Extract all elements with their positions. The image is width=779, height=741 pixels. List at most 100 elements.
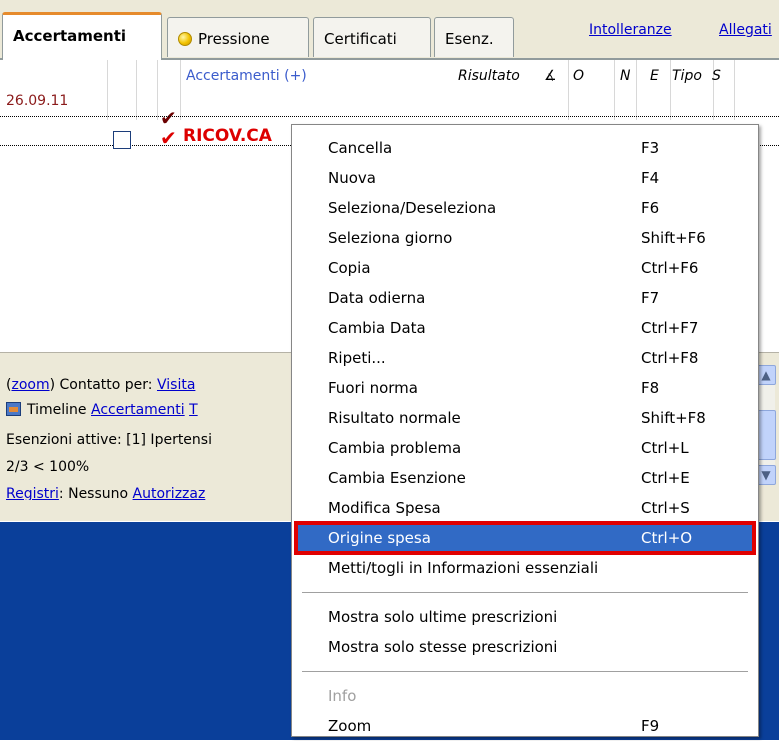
contatto-line: (zoom) Contatto per: Visita: [6, 377, 196, 393]
menu-item-informazioni-essenziali[interactable]: Metti/togli in Informazioni essenziali: [292, 553, 758, 583]
tab-label: Accertamenti: [13, 27, 127, 45]
tab-label: Pressione: [198, 30, 270, 48]
menu-item-cambia-esenzione[interactable]: Cambia Esenzione Ctrl+E: [292, 463, 758, 493]
menu-item-label: Mostra solo stesse prescrizioni: [328, 638, 558, 656]
row-checkbox[interactable]: [113, 131, 131, 149]
menu-item-risultato-normale[interactable]: Risultato normale Shift+F8: [292, 403, 758, 433]
menu-item-label: Metti/togli in Informazioni essenziali: [328, 559, 599, 577]
menu-item-shortcut: Ctrl+L: [641, 439, 689, 457]
menu-item-label: Data odierna: [328, 289, 426, 307]
menu-item-label: Ripeti...: [328, 349, 386, 367]
menu-item-label: Mostra solo ultime prescrizioni: [328, 608, 558, 626]
menu-item-cancella[interactable]: Cancella F3: [292, 133, 758, 163]
tab-bar: Accertamenti Pressione Certificati Esenz…: [0, 0, 779, 60]
menu-item-cambia-data[interactable]: Cambia Data Ctrl+F7: [292, 313, 758, 343]
allegati-link[interactable]: Allegati: [719, 22, 772, 38]
grid-divider: [670, 60, 671, 120]
timeline-t-link[interactable]: T: [189, 402, 198, 418]
menu-item-label: Nuova: [328, 169, 376, 187]
menu-item-shortcut: F8: [641, 379, 660, 397]
tab-certificati[interactable]: Certificati: [313, 17, 431, 57]
menu-separator: [302, 671, 748, 672]
scrollbar-thumb[interactable]: [756, 410, 776, 460]
menu-item-shortcut: Shift+F8: [641, 409, 706, 427]
menu-item-ripeti[interactable]: Ripeti... Ctrl+F8: [292, 343, 758, 373]
column-header-n: N: [620, 68, 631, 84]
menu-item-label: Cancella: [328, 139, 393, 157]
menu-item-zoom[interactable]: Zoom F9: [292, 711, 758, 741]
grid-divider: [636, 60, 637, 120]
menu-item-label: Origine spesa: [328, 529, 431, 547]
red-checkmark-icon: ✔: [160, 126, 177, 150]
menu-item-shortcut: Ctrl+E: [641, 469, 690, 487]
menu-item-modifica-spesa[interactable]: Modifica Spesa Ctrl+S: [292, 493, 758, 523]
menu-item-label: Info: [328, 687, 357, 705]
menu-item-origine-spesa[interactable]: Origine spesa Ctrl+O: [294, 521, 756, 555]
menu-item-seleziona-giorno[interactable]: Seleziona giorno Shift+F6: [292, 223, 758, 253]
column-header-o: O: [573, 68, 585, 84]
menu-item-shortcut: F3: [641, 139, 660, 157]
menu-item-label: Seleziona/Deseleziona: [328, 199, 497, 217]
menu-item-info: Info: [292, 681, 758, 711]
grid-divider: [180, 60, 181, 120]
grid-divider: [107, 60, 108, 120]
menu-item-label: Zoom: [328, 717, 372, 735]
menu-separator: [302, 592, 748, 593]
menu-item-label: Seleziona giorno: [328, 229, 453, 247]
menu-item-copia[interactable]: Copia Ctrl+F6: [292, 253, 758, 283]
menu-item-label: Modifica Spesa: [328, 499, 441, 517]
menu-item-label: Copia: [328, 259, 371, 277]
esenzioni-text: Esenzioni attive: [1] Ipertensi: [6, 432, 212, 448]
menu-item-shortcut: F4: [641, 169, 660, 187]
menu-item-label: Risultato normale: [328, 409, 461, 427]
menu-item-shortcut: F6: [641, 199, 660, 217]
menu-item-nuova[interactable]: Nuova F4: [292, 163, 758, 193]
tab-pressione[interactable]: Pressione: [167, 17, 309, 57]
glasses-icon: ∡: [544, 68, 557, 84]
menu-item-label: Fuori norma: [328, 379, 418, 397]
grid-divider: [157, 60, 158, 120]
tab-label: Esenz.: [445, 30, 494, 48]
menu-item-shortcut: F7: [641, 289, 660, 307]
menu-item-label: Cambia Data: [328, 319, 426, 337]
menu-item-shortcut: F9: [641, 717, 660, 735]
contatto-label: Contatto per:: [59, 377, 153, 393]
tab-accertamenti[interactable]: Accertamenti: [2, 12, 162, 60]
menu-item-shortcut: Ctrl+F6: [641, 259, 699, 277]
grid-divider: [568, 60, 569, 120]
tab-esenzioni[interactable]: Esenz.: [434, 17, 514, 57]
column-header-e: E: [650, 68, 659, 84]
menu-item-stesse-prescrizioni[interactable]: Mostra solo stesse prescrizioni: [292, 632, 758, 662]
yellow-dot-icon: [178, 32, 192, 46]
menu-item-data-odierna[interactable]: Data odierna F7: [292, 283, 758, 313]
menu-item-ultime-prescrizioni[interactable]: Mostra solo ultime prescrizioni: [292, 602, 758, 632]
menu-item-shortcut: Ctrl+F8: [641, 349, 699, 367]
menu-item-shortcut: Ctrl+S: [641, 499, 690, 517]
grid-divider: [614, 60, 615, 120]
timeline-label: Timeline: [27, 402, 87, 418]
intolleranze-link[interactable]: Intolleranze: [589, 22, 672, 38]
column-header-risultato: Risultato: [458, 68, 520, 84]
row-title: RICOV.CA: [183, 126, 272, 146]
timeline-line: Timeline Accertamenti T: [6, 402, 198, 418]
grid-divider: [734, 60, 735, 120]
context-menu: Cancella F3 Nuova F4 Seleziona/Deseleziona…: [291, 124, 759, 737]
timeline-accertamenti-link[interactable]: Accertamenti: [91, 402, 185, 418]
menu-item-fuori-norma[interactable]: Fuori norma F8: [292, 373, 758, 403]
zoom-link[interactable]: zoom: [11, 377, 49, 393]
scroll-up-icon[interactable]: ▲: [756, 365, 776, 385]
visita-link[interactable]: Visita: [157, 377, 195, 393]
menu-item-label: Cambia Esenzione: [328, 469, 466, 487]
ratio-text: 2/3 < 100%: [6, 459, 90, 475]
column-header-accertamenti[interactable]: Accertamenti (+): [186, 68, 307, 84]
row-date: 26.09.11: [6, 93, 69, 109]
menu-item-label: Cambia problema: [328, 439, 462, 457]
tab-label: Certificati: [324, 30, 397, 48]
menu-item-seleziona-deseleziona[interactable]: Seleziona/Deseleziona F6: [292, 193, 758, 223]
menu-item-cambia-problema[interactable]: Cambia problema Ctrl+L: [292, 433, 758, 463]
column-header-s: S: [712, 68, 721, 84]
column-header-tipo: Tipo: [672, 68, 702, 84]
menu-item-shortcut: Ctrl+O: [641, 529, 693, 547]
menu-item-shortcut: Ctrl+F7: [641, 319, 699, 337]
scroll-down-icon[interactable]: ▼: [756, 465, 776, 485]
